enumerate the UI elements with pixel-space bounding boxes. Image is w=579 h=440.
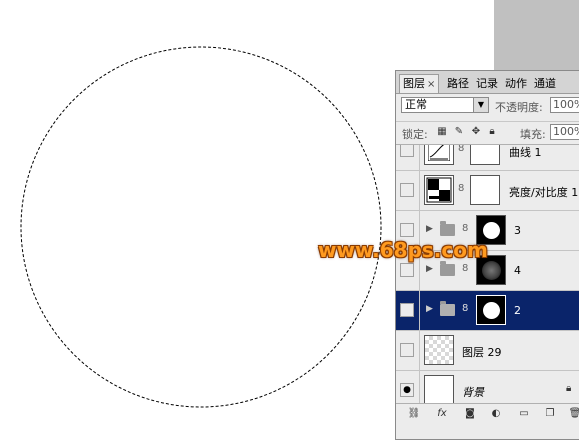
layer-row[interactable]: 8 曲线 1: [396, 145, 579, 171]
eye-icon[interactable]: ●: [400, 383, 414, 397]
expand-arrow-icon[interactable]: ▶: [426, 264, 433, 274]
watermark: www.68ps.com: [318, 238, 488, 262]
expand-arrow-icon[interactable]: ▶: [426, 224, 433, 234]
layer-mask-thumbnail[interactable]: [470, 145, 500, 165]
folder-icon: [440, 261, 455, 276]
brightness-contrast-icon: [424, 175, 454, 205]
fill-input[interactable]: 100%: [550, 124, 579, 140]
layer-row-selected[interactable]: ▶ 8 2: [396, 291, 579, 331]
layer-name: 4: [514, 264, 521, 277]
layer-name: 背景: [462, 386, 484, 399]
visibility-toggle[interactable]: [400, 343, 414, 357]
layer-thumbnail[interactable]: [424, 375, 454, 403]
panel-tabs: 图层 × 路径 记录 动作 通道: [396, 71, 579, 94]
divider: [419, 171, 420, 210]
chevron-down-icon[interactable]: ▼: [473, 98, 488, 112]
link-icon[interactable]: 8: [462, 223, 468, 234]
link-icon[interactable]: 8: [462, 303, 468, 314]
opacity-input[interactable]: 100%: [550, 97, 579, 113]
link-icon[interactable]: 8: [462, 263, 468, 274]
lock-icon[interactable]: 🔒︎: [486, 126, 498, 138]
fill-label: 填充:: [520, 128, 546, 141]
blend-mode-select[interactable]: 正常 ▼: [401, 97, 489, 113]
layer-row[interactable]: 图层 29: [396, 331, 579, 371]
divider: [419, 331, 420, 370]
trash-icon[interactable]: 🗑︎: [568, 407, 579, 421]
layer-name: 亮度/对比度 1: [509, 186, 579, 199]
visibility-toggle[interactable]: [400, 183, 414, 197]
tab-actions[interactable]: 动作: [502, 75, 530, 93]
layer-name: 3: [514, 224, 521, 237]
folder-icon[interactable]: ▭: [517, 407, 531, 421]
tab-channels[interactable]: 通道: [531, 75, 559, 93]
new-layer-icon[interactable]: ❐: [543, 407, 557, 421]
layer-mask-thumbnail[interactable]: [476, 295, 506, 325]
divider: [419, 291, 420, 330]
lock-label: 锁定:: [402, 128, 428, 141]
tab-history[interactable]: 记录: [473, 75, 501, 93]
layers-list: 8 曲线 1 8 亮度/对比度 1 ▶ 8 3 ▶ 8 4 ▶ 8 2 图层 2…: [396, 144, 579, 403]
layer-mask-thumbnail[interactable]: [470, 175, 500, 205]
link-icon[interactable]: 8: [458, 183, 464, 194]
fx-icon[interactable]: fx: [435, 407, 449, 421]
lock-icon: 🔒︎: [566, 383, 572, 394]
lock-position-icon[interactable]: ✥: [470, 126, 482, 138]
visibility-toggle[interactable]: [400, 263, 414, 277]
visibility-toggle[interactable]: [400, 145, 414, 157]
layer-name: 图层 29: [462, 346, 502, 359]
link-icon[interactable]: ⛓: [407, 407, 421, 421]
folder-icon: [440, 301, 455, 316]
opacity-label: 不透明度:: [495, 101, 543, 114]
tab-layers[interactable]: 图层 ×: [399, 74, 440, 93]
layer-name: 曲线 1: [509, 146, 542, 159]
close-icon[interactable]: ×: [427, 79, 435, 90]
lock-transparency-icon[interactable]: ▦: [436, 126, 448, 138]
divider: [419, 145, 420, 170]
lock-row: 锁定: ▦ ✎ ✥ 🔒︎ 填充: 100%: [396, 121, 579, 144]
divider: [419, 371, 420, 403]
visibility-toggle[interactable]: [400, 303, 414, 317]
adjustment-icon[interactable]: ◐: [489, 407, 503, 421]
expand-arrow-icon[interactable]: ▶: [426, 304, 433, 314]
link-icon[interactable]: 8: [458, 145, 464, 154]
curves-adjustment-icon: [424, 145, 454, 165]
folder-icon: [440, 221, 455, 236]
layer-name: 2: [514, 304, 521, 317]
visibility-toggle[interactable]: [400, 223, 414, 237]
lock-pixels-icon[interactable]: ✎: [453, 126, 465, 138]
mask-icon[interactable]: ◙: [463, 407, 477, 421]
layer-row[interactable]: ● 背景 🔒︎: [396, 371, 579, 403]
panel-footer: ⛓ fx ◙ ◐ ▭ ❐ 🗑︎: [396, 403, 579, 424]
tab-paths[interactable]: 路径: [444, 75, 472, 93]
layer-row[interactable]: 8 亮度/对比度 1: [396, 171, 579, 211]
layer-thumbnail[interactable]: [424, 335, 454, 365]
blend-row: 正常 ▼ 不透明度: 100%: [396, 95, 579, 117]
